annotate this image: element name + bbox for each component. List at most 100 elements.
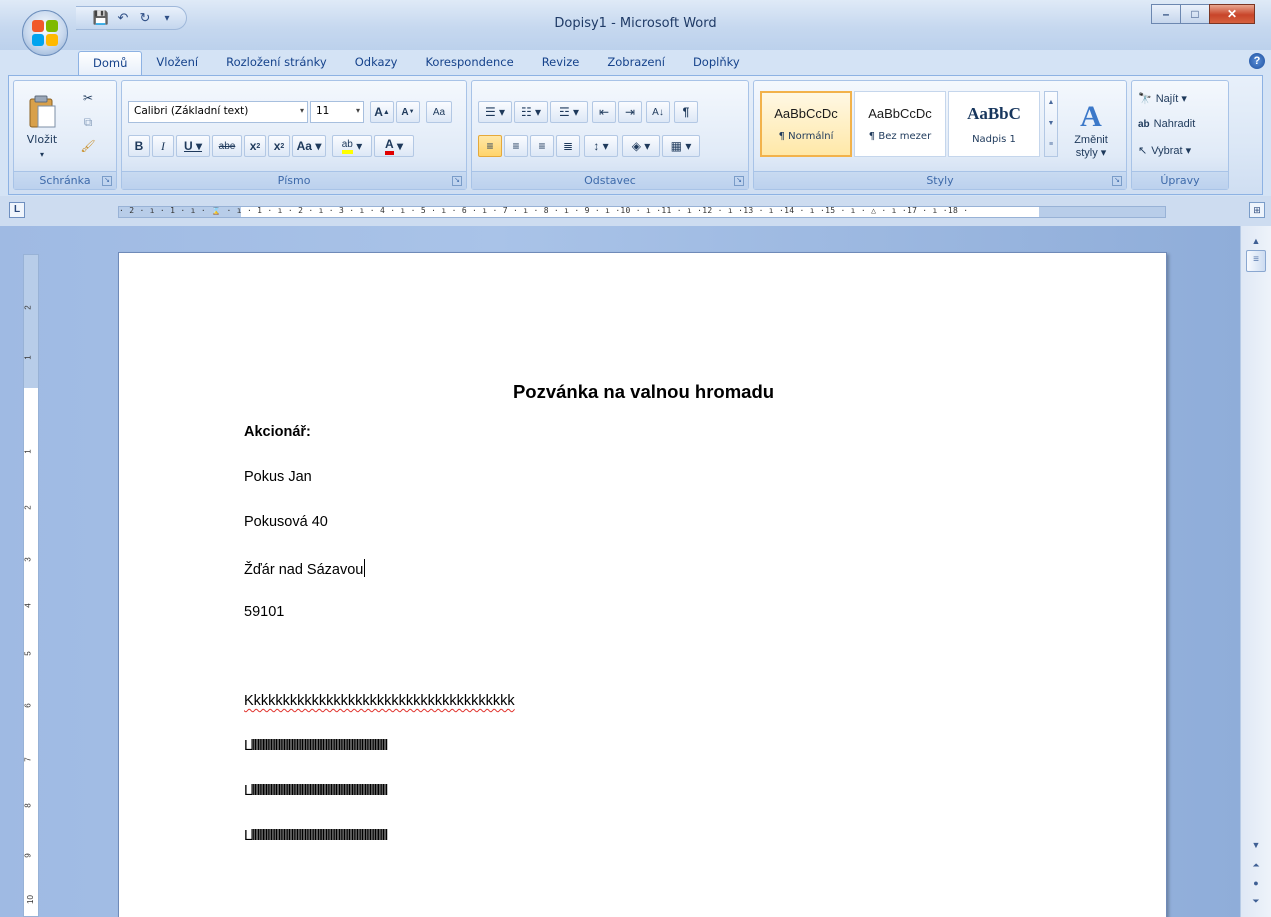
font-group-label: Písmo <box>122 171 466 189</box>
underline-button[interactable]: U ▾ <box>176 135 210 157</box>
change-styles-icon: A <box>1080 99 1102 133</box>
change-styles-button[interactable]: A Změnit styly ▾ <box>1064 89 1118 169</box>
bullets-button[interactable]: ☰ ▾ <box>478 101 512 123</box>
align-left-button[interactable]: ≡ <box>478 135 502 157</box>
ruler-row: L · 2 · ı · 1 · ı · ⌛ · ı · 1 · ı · 2 · … <box>0 196 1271 226</box>
shrink-font-button[interactable]: A ▼ <box>396 101 420 123</box>
doc-line-name[interactable]: Pokus Jan <box>244 469 312 485</box>
style-preview: AaBbCcDc <box>868 106 932 121</box>
styles-dialog-launcher-icon[interactable]: ↘ <box>1112 176 1122 186</box>
font-color-button[interactable]: A ▾ <box>374 135 414 157</box>
doc-line-l3[interactable]: Llllllllllllllllllllllllllllllllllllllll… <box>244 828 388 844</box>
tab-references[interactable]: Odkazy <box>341 51 412 75</box>
tab-review[interactable]: Revize <box>528 51 594 75</box>
font-size-value: 11 <box>316 105 330 117</box>
minimize-button[interactable]: – <box>1151 4 1181 24</box>
replace-label: Nahradit <box>1153 118 1196 130</box>
shading-button[interactable]: ◈ ▾ <box>622 135 660 157</box>
superscript-button[interactable]: x2 <box>268 135 290 157</box>
font-name-value: Calibri (Základní text) <box>134 105 249 117</box>
line-spacing-button[interactable]: ↕ ▾ <box>584 135 618 157</box>
paragraph-dialog-launcher-icon[interactable]: ↘ <box>734 176 744 186</box>
style-heading-1[interactable]: AaBbC Nadpis 1 <box>948 91 1040 157</box>
replace-button[interactable]: ab Nahradit <box>1138 113 1226 135</box>
doc-line-shareholder[interactable]: Akcionář: <box>244 424 311 440</box>
select-browse-object-icon[interactable]: ● <box>1247 876 1265 890</box>
tab-view[interactable]: Zobrazení <box>593 51 679 75</box>
vertical-ruler[interactable]: 2 1 1 2 3 4 5 6 7 8 9 10 <box>23 254 39 917</box>
format-painter-icon[interactable]: 🖌 <box>76 135 100 157</box>
title-bar: 💾 ↶ ↻ ▾ Dopisy1 - Microsoft Word – □ ✕ <box>0 0 1271 50</box>
paste-dropdown-icon[interactable]: ▾ <box>40 150 44 159</box>
tab-home[interactable]: Domů <box>78 51 143 75</box>
subscript-button[interactable]: x2 <box>244 135 266 157</box>
window-controls: – □ ✕ <box>1151 4 1255 24</box>
font-group: Calibri (Základní text) ▾ 11 ▾ A ▲ A ▼ Aa B … <box>121 80 467 190</box>
document-page[interactable]: Pozvánka na valnou hromadu Akcionář: Pok… <box>118 252 1167 917</box>
previous-page-icon[interactable]: ⏶ <box>1247 858 1265 872</box>
doc-line-city[interactable]: Žďár nad Sázavou <box>244 559 366 578</box>
grow-font-button[interactable]: A ▲ <box>370 101 394 123</box>
next-page-icon[interactable]: ⏷ <box>1247 894 1265 908</box>
paste-button[interactable]: Vložit ▾ <box>20 85 64 169</box>
horizontal-ruler[interactable]: · 2 · ı · 1 · ı · ⌛ · ı · 1 · ı · 2 · ı … <box>118 206 1166 218</box>
scroll-down-icon[interactable]: ▼ <box>1247 838 1265 852</box>
tab-insert[interactable]: Vložení <box>142 51 212 75</box>
align-right-button[interactable]: ≡ <box>530 135 554 157</box>
increase-indent-button[interactable]: ⇥ <box>618 101 642 123</box>
show-marks-button[interactable]: ¶ <box>674 101 698 123</box>
vertical-scrollbar[interactable]: ▲ ≡ ▼ ⏶ ● ⏷ <box>1240 226 1271 917</box>
font-name-combo[interactable]: Calibri (Základní text) ▾ <box>128 101 308 123</box>
doc-line-street[interactable]: Pokusová 40 <box>244 514 328 530</box>
clipboard-dialog-launcher-icon[interactable]: ↘ <box>102 176 112 186</box>
paragraph-group: ☰ ▾ ☷ ▾ ☲ ▾ ⇤ ⇥ A↓ ¶ ≡ ≡ ≡ ≣ ↕ ▾ ◈ ▾ ▦ ▾… <box>471 80 749 190</box>
cut-icon[interactable]: ✂ <box>76 87 100 109</box>
copy-icon[interactable]: ⧉ <box>76 111 100 133</box>
style-no-spacing[interactable]: AaBbCcDc ¶ Bez mezer <box>854 91 946 157</box>
ruler-numbers: · 2 · ı · 1 · ı · ⌛ · ı · 1 · ı · 2 · ı … <box>119 206 969 215</box>
tab-addins[interactable]: Doplňky <box>679 51 754 75</box>
paragraph-group-label: Odstavec <box>472 171 748 189</box>
align-center-button[interactable]: ≡ <box>504 135 528 157</box>
style-name: Nadpis 1 <box>972 133 1016 145</box>
tab-mailings[interactable]: Korespondence <box>411 51 527 75</box>
style-name: ¶ Bez mezer <box>868 131 932 142</box>
doc-line-l2[interactable]: Llllllllllllllllllllllllllllllllllllllll… <box>244 783 388 799</box>
close-button[interactable]: ✕ <box>1209 4 1255 24</box>
scroll-up-icon[interactable]: ▲ <box>1247 234 1265 248</box>
select-label: Vybrat ▾ <box>1151 144 1192 157</box>
tab-selector-button[interactable]: L <box>9 202 25 218</box>
document-title[interactable]: Pozvánka na valnou hromadu <box>119 381 1168 403</box>
sort-button[interactable]: A↓ <box>646 101 670 123</box>
scroll-thumb[interactable]: ≡ <box>1246 250 1266 272</box>
doc-line-k[interactable]: Kkkkkkkkkkkkkkkkkkkkkkkkkkkkkkkkkkkkk <box>244 693 515 709</box>
select-button[interactable]: ↖ Vybrat ▾ <box>1138 139 1226 161</box>
maximize-button[interactable]: □ <box>1180 4 1210 24</box>
binoculars-icon: 🔭 <box>1138 92 1152 105</box>
doc-line-l1[interactable]: Llllllllllllllllllllllllllllllllllllllll… <box>244 738 388 754</box>
styles-scroll[interactable]: ▲ ▼ ≡ <box>1044 91 1058 157</box>
change-case-button[interactable]: Aa ▾ <box>292 135 326 157</box>
multilevel-list-button[interactable]: ☲ ▾ <box>550 101 588 123</box>
font-size-combo[interactable]: 11 ▾ <box>310 101 364 123</box>
style-preview: AaBbCcDc <box>774 106 838 121</box>
tab-page-layout[interactable]: Rozložení stránky <box>212 51 341 75</box>
style-normal[interactable]: AaBbCcDc ¶ Normální <box>760 91 852 157</box>
office-button[interactable] <box>22 10 68 56</box>
editing-group-label: Úpravy <box>1132 171 1228 189</box>
help-icon[interactable]: ? <box>1249 53 1265 69</box>
justify-button[interactable]: ≣ <box>556 135 580 157</box>
paste-icon <box>29 95 56 128</box>
doc-line-zip[interactable]: 59101 <box>244 604 284 620</box>
numbering-button[interactable]: ☷ ▾ <box>514 101 548 123</box>
strikethrough-button[interactable]: abe <box>212 135 242 157</box>
bold-button[interactable]: B <box>128 135 150 157</box>
view-ruler-icon[interactable]: ⊞ <box>1249 202 1265 218</box>
find-button[interactable]: 🔭 Najít ▾ <box>1138 87 1226 109</box>
highlight-button[interactable]: ab ▾ <box>332 135 372 157</box>
italic-button[interactable]: I <box>152 135 174 157</box>
clear-formatting-button[interactable]: Aa <box>426 101 452 123</box>
font-dialog-launcher-icon[interactable]: ↘ <box>452 176 462 186</box>
decrease-indent-button[interactable]: ⇤ <box>592 101 616 123</box>
borders-button[interactable]: ▦ ▾ <box>662 135 700 157</box>
